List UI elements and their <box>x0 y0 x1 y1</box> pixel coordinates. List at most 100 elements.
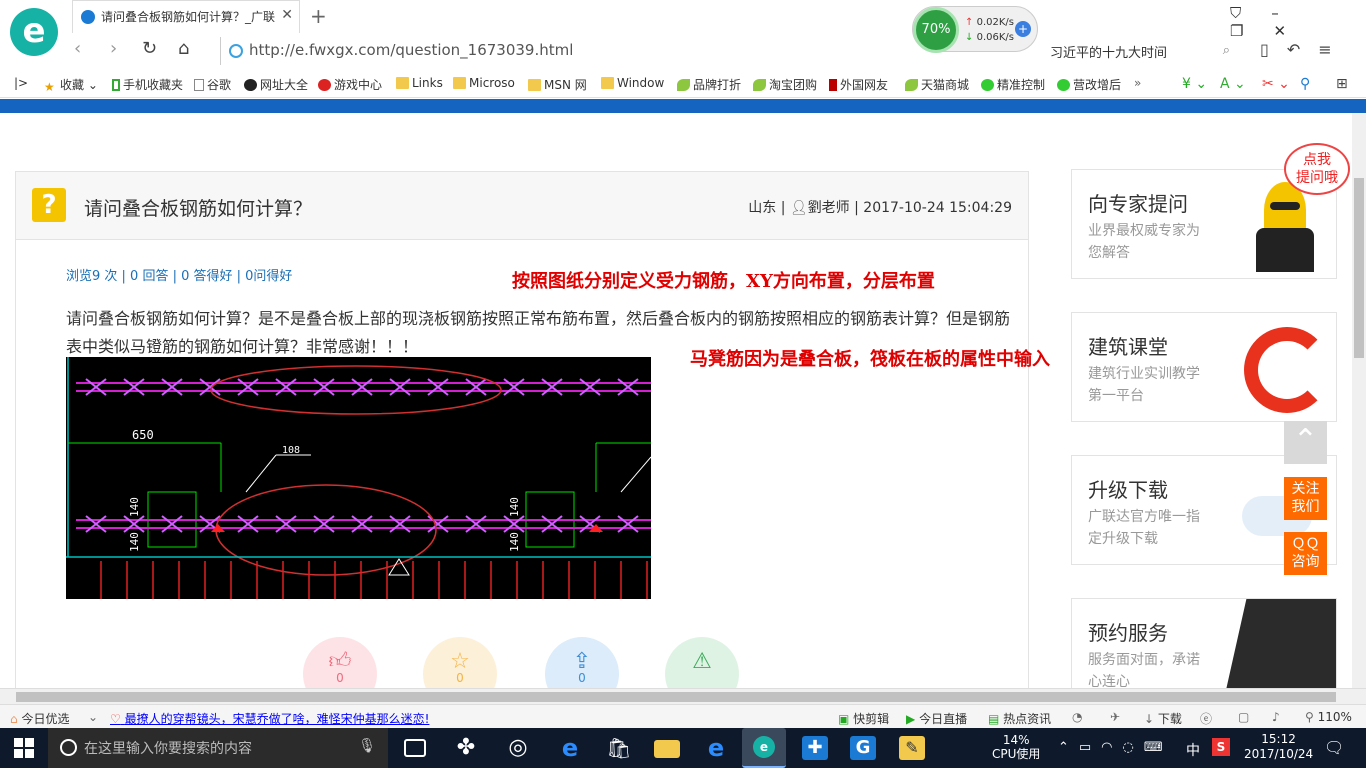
forward-icon[interactable]: › <box>110 38 117 59</box>
bookmark-mobile[interactable]: 手机收藏夹 <box>112 76 183 93</box>
bookmark-tmall[interactable]: 天猫商城 <box>905 76 969 93</box>
quick-clip[interactable]: ▣ 快剪辑 <box>838 710 889 727</box>
news-dropdown-icon[interactable]: ⌄ <box>88 710 98 724</box>
follow-us-button[interactable]: 关注 我们 <box>1284 477 1327 520</box>
bookmark-vat[interactable]: 营改增后 <box>1057 76 1121 93</box>
ime-indicator[interactable]: 中 <box>1186 740 1200 760</box>
store-icon[interactable]: 🛍︎ <box>606 736 632 760</box>
microphone-icon[interactable]: 🎙︎ <box>358 738 376 754</box>
share-button[interactable]: ⇪ 0 <box>545 637 619 688</box>
today-pick[interactable]: ⌂ 今日优选 <box>10 710 69 727</box>
star-icon: ★ <box>44 80 55 94</box>
bookmark-games[interactable]: 游戏中心 <box>318 76 382 93</box>
bookmark-microsoft[interactable]: Microso <box>453 76 515 90</box>
card-title: 升级下载 <box>1088 478 1168 502</box>
speed-boost-icon[interactable]: + <box>1015 21 1031 37</box>
browser-task-icon: e <box>753 736 775 758</box>
news-ticker[interactable]: ♡ 最撩人的穿帮镜头，宋慧乔做了啥，难怪宋仲基那么迷恋! <box>110 710 429 727</box>
ie-icon[interactable]: e <box>703 736 729 760</box>
bookmark-nav[interactable]: 网址大全 <box>244 76 308 93</box>
tray-icons[interactable]: ⌃▭◠◌⌨ <box>1058 740 1173 755</box>
menu-icon[interactable]: ≡ <box>1318 40 1349 59</box>
sidebar-toggle-icon[interactable]: |> <box>14 76 28 90</box>
bookmark-taobao[interactable]: 淘宝团购 <box>753 76 817 93</box>
search-box[interactable]: 习近平的十九大时间 ⌕ <box>1040 37 1240 65</box>
shirt-icon[interactable]: ⛉ <box>1230 4 1271 22</box>
leaf-icon <box>677 79 690 91</box>
appointment-card[interactable]: 预约服务 服务面对面，承诺心连心 <box>1071 598 1337 688</box>
bookmark-windows[interactable]: Window <box>601 76 664 90</box>
active-browser-task[interactable]: e <box>742 728 786 768</box>
edge-icon[interactable]: e <box>557 736 583 760</box>
task-view-icon[interactable] <box>404 739 426 757</box>
card-title: 建筑课堂 <box>1088 335 1168 359</box>
network-speed-widget[interactable]: 70% ↑ 0.02K/s ↓ 0.06K/s + <box>912 6 1038 53</box>
notes-app-icon[interactable]: ✎ <box>899 736 925 760</box>
folder-icon <box>396 77 409 89</box>
zoom-search-icon[interactable]: ⚲ <box>1300 76 1310 92</box>
bookmark-brand-discount[interactable]: 品牌打折 <box>677 76 741 93</box>
pin-icon[interactable]: ✈ <box>1110 710 1120 724</box>
spiral-app-icon[interactable]: ◎ <box>505 736 531 760</box>
taskbar-search[interactable]: 在这里输入你要搜索的内容 🎙︎ <box>48 728 388 768</box>
search-text: 习近平的十九大时间 <box>1050 46 1168 61</box>
qq-consult-button[interactable]: ＱＱ 咨询 <box>1284 532 1327 575</box>
scissors-icon[interactable]: ✂ ⌄ <box>1262 76 1290 92</box>
translate-icon[interactable]: A ⌄ <box>1220 76 1246 92</box>
favorite-button[interactable]: ☆ 0 <box>423 637 497 688</box>
today-live[interactable]: ▶ 今日直播 <box>906 710 967 727</box>
file-explorer-icon[interactable] <box>654 740 680 758</box>
horizontal-scrollbar[interactable] <box>0 688 1366 704</box>
zoom-level[interactable]: ⚲ 110% <box>1305 710 1352 724</box>
building-course-card[interactable]: 建筑课堂 建筑行业实训教学第一平台 <box>1071 312 1337 422</box>
sound-icon[interactable]: ♪ <box>1272 710 1280 724</box>
currency-icon[interactable]: ¥ ⌄ <box>1182 76 1207 92</box>
clock[interactable]: 15:12 2017/10/24 <box>1244 732 1313 762</box>
refresh-icon[interactable]: ↻ <box>142 38 157 59</box>
tab-close-icon[interactable]: ✕ <box>281 7 293 23</box>
bookmark-favorites[interactable]: ★ 收藏 ⌄ <box>44 76 98 94</box>
window-mode-icon[interactable]: ▢ <box>1238 710 1249 724</box>
undo-icon[interactable]: ↶ <box>1287 40 1318 59</box>
bookmarks-more-icon[interactable]: » <box>1134 76 1141 90</box>
sogou-icon[interactable]: S <box>1212 738 1230 756</box>
plus-app-icon[interactable]: ✚ <box>802 736 828 760</box>
bookmark-msn[interactable]: MSN 网 <box>528 76 587 93</box>
new-tab-icon[interactable]: + <box>310 4 327 28</box>
question-author[interactable]: 劉老师 <box>808 200 850 216</box>
card-subtitle: 服务面对面，承诺心连心 <box>1088 652 1200 688</box>
bookmark-google[interactable]: 谷歌 <box>194 76 231 93</box>
ie-mode-icon[interactable]: ⓔ <box>1200 710 1212 727</box>
report-button[interactable]: ⚠ <box>665 637 739 688</box>
bookmark-links[interactable]: Links <box>396 76 443 90</box>
cpu-usage[interactable]: 14% CPU使用 <box>992 733 1040 761</box>
like-button[interactable]: 👍︎ 0 <box>303 637 377 688</box>
bookmark-precise[interactable]: 精准控制 <box>981 76 1045 93</box>
vertical-scrollbar[interactable] <box>1352 113 1366 688</box>
ask-bubble[interactable]: 点我 提问哦 <box>1284 143 1350 195</box>
glodon-app-icon[interactable]: G <box>850 736 876 760</box>
fan-app-icon[interactable]: ✤ <box>453 736 479 760</box>
downloads[interactable]: ↓ 下载 <box>1144 710 1182 727</box>
dim-140d: 140 <box>508 532 521 552</box>
question-meta: 山东 | 👤︎劉老师 | 2017-10-24 15:04:29 <box>748 197 1012 217</box>
minimize-icon[interactable]: – <box>1271 4 1309 22</box>
horizontal-scroll-thumb[interactable] <box>16 692 1336 702</box>
hot-news[interactable]: ▤ 热点资讯 <box>988 710 1051 727</box>
vertical-scroll-thumb[interactable] <box>1354 178 1364 358</box>
address-bar[interactable]: http://e.fwxgx.com/question_1673039.html <box>220 37 910 65</box>
bookmark-foreign[interactable]: 外国网友 <box>829 76 888 93</box>
browser-tab[interactable]: 请问叠合板钢筋如何计算？_广联 ✕ <box>72 0 300 33</box>
notification-icon[interactable]: 🗨︎ <box>1324 738 1344 757</box>
windows-start-icon[interactable] <box>14 738 34 758</box>
back-icon[interactable]: ‹ <box>74 38 81 59</box>
speed-icon[interactable]: ◔ <box>1072 710 1082 724</box>
back-to-top-icon[interactable]: ⌃ <box>1284 421 1327 464</box>
mobile-icon[interactable]: ▯ <box>1260 40 1287 59</box>
home-icon[interactable]: ⌂ <box>178 38 189 59</box>
search-icon[interactable]: ⌕ <box>1223 43 1230 58</box>
apps-grid-icon[interactable]: ⊞ <box>1336 76 1348 92</box>
favorite-count: 0 <box>456 671 464 685</box>
card-subtitle: 业界最权威专家为您解答 <box>1088 223 1200 261</box>
cad-drawing-image[interactable]: 650 108 140 140 140 140 <box>66 357 651 599</box>
